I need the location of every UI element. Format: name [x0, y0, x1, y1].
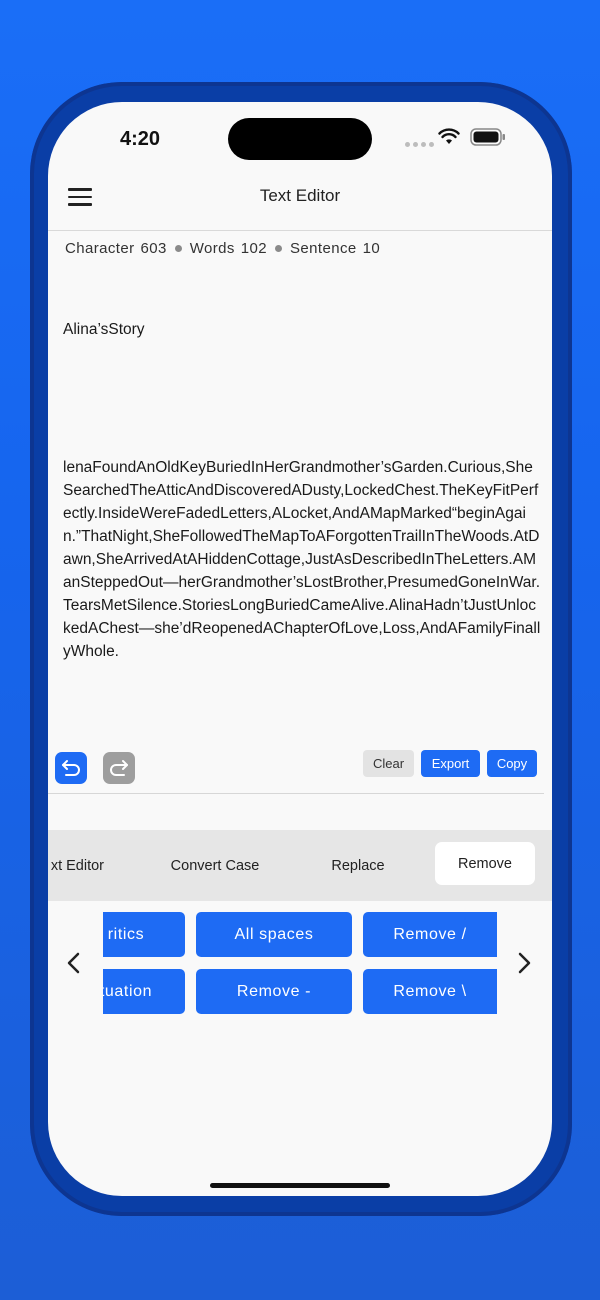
home-indicator[interactable]	[210, 1183, 390, 1188]
sentence-count: 10	[362, 240, 381, 257]
phone-screen: 4:20 Text Editor Character 603 Words 102…	[48, 102, 552, 1196]
redo-button[interactable]	[103, 752, 135, 784]
character-count: 603	[140, 240, 167, 257]
remove-slash-button[interactable]: Remove /	[363, 912, 497, 957]
remove-tools-grid: ritics tuation All spaces Remove - Remov…	[103, 908, 497, 1018]
remove-all-spaces-button[interactable]: All spaces	[196, 912, 352, 957]
text-body: lenaFoundAnOldKeyBuriedInHerGrandmother’…	[63, 459, 541, 660]
header-divider	[48, 230, 552, 231]
redo-icon	[110, 760, 128, 776]
clear-button[interactable]: Clear	[363, 750, 414, 777]
signal-icon	[405, 142, 434, 147]
tab-strip: xt Editor Convert Case Replace Remove	[48, 830, 552, 901]
separator-dot	[275, 245, 283, 252]
undo-icon	[62, 760, 80, 776]
remove-diacritics-button[interactable]: ritics	[103, 912, 185, 957]
separator-dot	[174, 245, 182, 252]
text-title-line: Alina’sStory	[63, 321, 145, 338]
status-time: 4:20	[120, 128, 161, 150]
dynamic-island	[228, 118, 372, 160]
page-title: Text Editor	[259, 186, 341, 205]
chevron-right-icon[interactable]	[514, 952, 534, 974]
battery-icon	[470, 128, 505, 146]
tab-text-editor[interactable]: xt Editor	[48, 830, 104, 901]
export-button[interactable]: Export	[421, 750, 480, 777]
character-label: Character	[65, 240, 135, 257]
chevron-left-icon[interactable]	[64, 952, 84, 974]
text-stats: Character 603 Words 102 Sentence 10	[65, 240, 380, 257]
remove-dash-button[interactable]: Remove -	[196, 969, 352, 1014]
tab-convert-case[interactable]: Convert Case	[158, 830, 272, 901]
wifi-icon	[438, 128, 460, 144]
copy-button[interactable]: Copy	[487, 750, 537, 777]
tab-replace[interactable]: Replace	[318, 830, 398, 901]
remove-backslash-button[interactable]: Remove \	[363, 969, 497, 1014]
words-count: 102	[240, 240, 268, 257]
tab-remove[interactable]: Remove	[435, 842, 535, 885]
toolbar-divider	[48, 793, 544, 794]
sentence-label: Sentence	[290, 240, 357, 257]
remove-punctuation-button[interactable]: tuation	[103, 969, 185, 1014]
undo-button[interactable]	[55, 752, 87, 784]
text-editor-area[interactable]: Alina’sStory lenaFoundAnOldKeyBuriedInHe…	[63, 272, 541, 709]
words-label: Words	[189, 240, 235, 257]
